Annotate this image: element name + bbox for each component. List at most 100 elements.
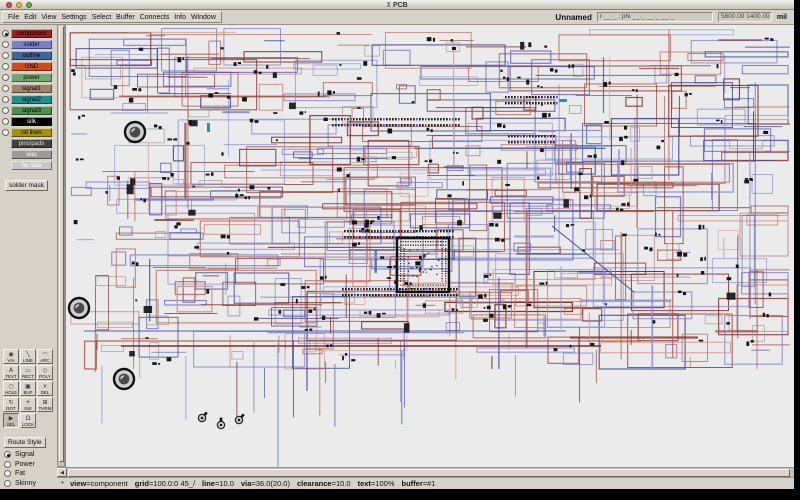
tool-button-ins[interactable]: +INS xyxy=(20,397,36,412)
menu-item-view[interactable]: View xyxy=(41,14,56,21)
status-segment-grid: grid=100.0:0 45_/ xyxy=(135,479,195,488)
horizontal-scrollbar-thumb[interactable] xyxy=(68,469,790,477)
layer-row-signal3: signal3 xyxy=(2,105,57,116)
title-bar: XPCB xyxy=(0,0,794,10)
layer-radio-component[interactable] xyxy=(2,30,9,37)
text-icon: A xyxy=(9,367,13,374)
menu-item-window[interactable]: Window xyxy=(191,14,216,21)
solder-mask-row: solder mask xyxy=(5,174,57,192)
menu-item-file[interactable]: File xyxy=(8,14,19,21)
thrm-icon: ⊞ xyxy=(42,399,47,406)
layer-button-pins-pads[interactable]: pins/pads xyxy=(11,139,52,148)
board-name-label: Unnamed xyxy=(555,13,591,22)
solder-mask-button[interactable]: solder mask xyxy=(5,180,48,191)
layer-list: component solder outline GND power signal1 sig… xyxy=(2,28,57,171)
layer-row-power: power xyxy=(2,72,57,83)
tool-button-via[interactable]: ◉VIA xyxy=(3,349,19,364)
layer-radio-gnd[interactable] xyxy=(2,63,9,70)
hole-icon: ○ xyxy=(8,383,13,390)
menu-item-edit[interactable]: Edit xyxy=(24,14,36,21)
layer-button-gnd[interactable]: GND xyxy=(11,62,52,71)
layer-radio-silk[interactable] xyxy=(2,118,9,125)
layer-row-far-side: far side xyxy=(2,160,57,171)
tool-button-line[interactable]: ╲LINE xyxy=(20,349,36,364)
route-option-signal[interactable]: Signal xyxy=(4,450,57,460)
line-icon: ╲ xyxy=(26,351,30,358)
layer-button-signal1[interactable]: signal1 xyxy=(11,84,52,93)
status-segment-text: text=100% xyxy=(358,479,395,488)
layer-button-component[interactable]: component xyxy=(11,29,52,38)
layer-radio-signal1[interactable] xyxy=(2,85,9,92)
tool-label: INS xyxy=(24,406,32,411)
layer-radio-signal3[interactable] xyxy=(2,107,9,114)
tool-label: DEL xyxy=(41,390,50,395)
ins-icon: + xyxy=(25,399,30,406)
layer-radio-outline[interactable] xyxy=(2,52,9,59)
layer-row-signal2: signal2 xyxy=(2,94,57,105)
menu-status-row: File Edit View Settings Select Buffer Connects… xyxy=(0,10,794,25)
tool-button-text[interactable]: ATEXT xyxy=(3,365,19,380)
layer-radio-solder[interactable] xyxy=(2,41,9,48)
layer-button-signal3[interactable]: signal3 xyxy=(11,106,52,115)
tool-button-lock[interactable]: ΩLOCK xyxy=(20,413,36,428)
menu-item-info[interactable]: Info xyxy=(174,14,186,21)
route-radio-skinny[interactable] xyxy=(4,480,11,487)
status-bar: * view=componentgrid=100.0:0 45_/line=10… xyxy=(57,477,794,489)
tool-button-hole[interactable]: ○HOLE xyxy=(3,381,19,396)
route-option-fat[interactable]: Fat xyxy=(4,469,57,479)
layer-button-power[interactable]: power xyxy=(11,73,52,82)
tool-button-rect[interactable]: ▭RECT xyxy=(20,365,36,380)
layer-button-silk[interactable]: silk xyxy=(11,117,52,126)
route-radio-fat[interactable] xyxy=(4,470,11,477)
layer-button-solder[interactable]: solder xyxy=(11,40,52,49)
tool-button-sel[interactable]: ▶SEL xyxy=(3,413,19,428)
tool-button-poly[interactable]: ◇POLY xyxy=(37,365,53,380)
layer-row-vias: vias xyxy=(2,149,57,160)
layer-button-outline[interactable]: outline xyxy=(11,51,52,60)
layer-radio-rat-lines[interactable] xyxy=(2,129,9,136)
layer-radio-power[interactable] xyxy=(2,74,9,81)
horizontal-scrollbar[interactable]: ◀ xyxy=(57,467,794,477)
route-radio-signal[interactable] xyxy=(4,451,11,458)
vertical-scrollbar[interactable] xyxy=(57,25,65,467)
relative-position-readout: r __._ ; phi __._ __._ __._ xyxy=(597,12,713,22)
tool-button-del[interactable]: ×DEL xyxy=(37,381,53,396)
scroll-left-arrow-icon[interactable]: ◀ xyxy=(57,468,67,477)
tool-button-arc[interactable]: ◠ARC xyxy=(37,349,53,364)
tool-button-rot[interactable]: ↻ROT xyxy=(3,397,19,412)
tool-button-thrm[interactable]: ⊞THRM xyxy=(37,397,53,412)
tool-button-buf[interactable]: ▣BUF xyxy=(20,381,36,396)
x11-icon: X xyxy=(386,1,391,9)
cursor-position-readout: 5800.00 1400.00 xyxy=(718,12,772,22)
layer-radio-signal2[interactable] xyxy=(2,96,9,103)
tool-label: VIA xyxy=(7,358,14,363)
left-sidebar: component solder outline GND power signal1 sig… xyxy=(0,25,57,489)
menu-item-connects[interactable]: Connects xyxy=(140,14,170,21)
layer-button-far-side[interactable]: far side xyxy=(11,161,52,170)
sel-icon: ▶ xyxy=(9,415,14,422)
route-option-label: Power xyxy=(15,461,35,468)
rect-icon: ▭ xyxy=(25,367,31,374)
tool-label: ROT xyxy=(6,406,16,411)
tool-label: BUF xyxy=(24,390,33,395)
buf-icon: ▣ xyxy=(25,383,31,390)
vertical-scrollbar-thumb[interactable] xyxy=(59,26,64,462)
route-option-skinny[interactable]: Skinny xyxy=(4,479,57,489)
layer-button-signal2[interactable]: signal2 xyxy=(11,95,52,104)
layer-row-signal1: signal1 xyxy=(2,83,57,94)
menu-bar: File Edit View Settings Select Buffer Connects… xyxy=(2,11,222,23)
rot-icon: ↻ xyxy=(8,399,13,406)
menu-item-buffer[interactable]: Buffer xyxy=(116,14,135,21)
tool-label: LOCK xyxy=(22,422,34,427)
pcb-application-window: XPCB File Edit View Settings Select Buffer Con… xyxy=(0,0,800,500)
menu-item-select[interactable]: Select xyxy=(92,14,111,21)
pcb-canvas[interactable] xyxy=(65,25,794,467)
layer-button-vias[interactable]: vias xyxy=(11,150,52,159)
route-radio-power[interactable] xyxy=(4,461,11,468)
tool-label: HOLE xyxy=(5,390,17,395)
menu-item-settings[interactable]: Settings xyxy=(61,14,86,21)
layer-button-rat-lines[interactable]: rat lines xyxy=(11,128,52,137)
route-option-power[interactable]: Power xyxy=(4,460,57,470)
route-option-label: Fat xyxy=(15,470,25,477)
route-style-button[interactable]: Route Style xyxy=(4,437,46,448)
